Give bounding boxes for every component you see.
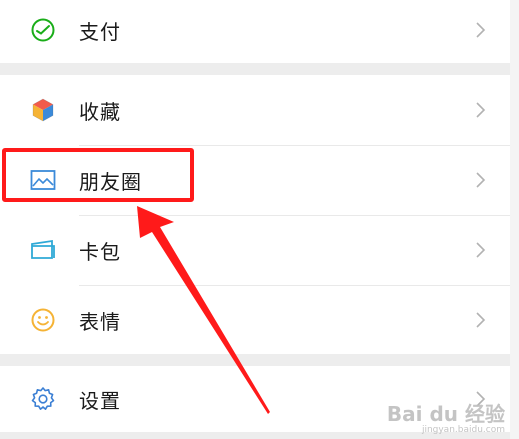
watermark-logo: Bai du 经验 — [386, 402, 505, 426]
watermark: Bai du 经验 jingyan.baidu.com — [387, 398, 505, 435]
red-pointer-arrow — [137, 206, 270, 414]
